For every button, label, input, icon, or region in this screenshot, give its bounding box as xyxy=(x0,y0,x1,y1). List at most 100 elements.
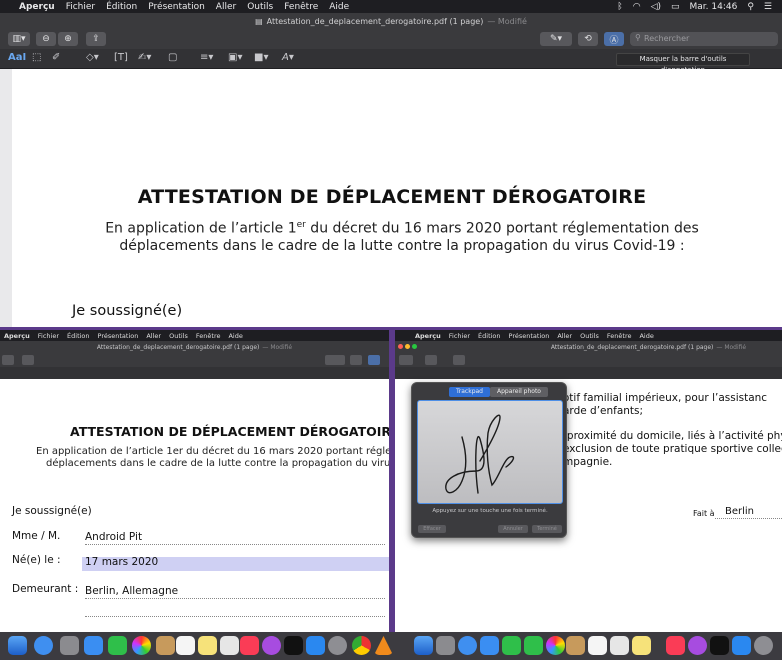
left-share-button[interactable] xyxy=(22,355,34,365)
right-sidebar-button[interactable] xyxy=(399,355,413,365)
border-color-icon[interactable]: ▣▾ xyxy=(228,52,242,63)
zoom-in-button[interactable]: ⊕ xyxy=(58,32,78,46)
name-field[interactable]: Android Pit xyxy=(85,531,142,543)
dock2-appstore-icon[interactable] xyxy=(732,636,751,655)
note-icon[interactable]: ▢ xyxy=(168,52,177,63)
dock-safari-icon[interactable] xyxy=(34,636,53,655)
right-menu-aller[interactable]: Aller xyxy=(557,332,572,340)
cancel-signature-button[interactable]: Annuler xyxy=(498,525,528,533)
right-menu-outils[interactable]: Outils xyxy=(580,332,599,340)
dock-finder-icon[interactable] xyxy=(8,636,27,655)
text-style-icon[interactable]: AaI xyxy=(8,52,26,63)
menu-presentation[interactable]: Présentation xyxy=(148,2,205,12)
right-menu-edition[interactable]: Édition xyxy=(478,332,501,340)
left-pen-button[interactable] xyxy=(325,355,345,365)
right-zoom-button[interactable] xyxy=(425,355,437,365)
text-box-icon[interactable]: [T] xyxy=(114,52,128,63)
dock-notes-icon[interactable] xyxy=(198,636,217,655)
left-menu-aide[interactable]: Aide xyxy=(228,332,242,340)
dock2-music-icon[interactable] xyxy=(666,636,685,655)
menu-aide[interactable]: Aide xyxy=(329,2,349,12)
menu-aller[interactable]: Aller xyxy=(216,2,236,12)
right-share-button[interactable] xyxy=(453,355,465,365)
right-menu-fenetre[interactable]: Fenêtre xyxy=(607,332,632,340)
dock-appstore-icon[interactable] xyxy=(306,636,325,655)
left-menu-outils[interactable]: Outils xyxy=(169,332,188,340)
share-button[interactable]: ⇪ xyxy=(86,32,106,46)
rotate-button[interactable]: ⟲ xyxy=(578,32,598,46)
left-menu-app[interactable]: Aperçu xyxy=(4,332,30,340)
right-menu-fichier[interactable]: Fichier xyxy=(449,332,470,340)
menu-app[interactable]: Aperçu xyxy=(19,2,55,12)
control-center-icon[interactable]: ☰ xyxy=(764,2,772,12)
right-menu-app[interactable]: Aperçu xyxy=(415,332,441,340)
dock-launchpad-icon[interactable] xyxy=(60,636,79,655)
dock2-notes-icon[interactable] xyxy=(632,636,651,655)
bluetooth-icon[interactable]: ᛒ xyxy=(617,2,622,12)
dock-facetime-icon[interactable] xyxy=(108,636,127,655)
dock-contacts-icon[interactable] xyxy=(156,636,175,655)
markup-toolbar-button[interactable]: Ⓐ xyxy=(604,32,624,46)
dock-tv-icon[interactable] xyxy=(284,636,303,655)
dock2-reminders-icon[interactable] xyxy=(610,636,629,655)
dock2-tv-icon[interactable] xyxy=(710,636,729,655)
menu-outils[interactable]: Outils xyxy=(247,2,273,12)
tab-camera[interactable]: Appareil photo xyxy=(490,387,548,397)
dock2-facetime-icon[interactable] xyxy=(524,636,543,655)
dock2-mail-icon[interactable] xyxy=(480,636,499,655)
birth-date-field[interactable]: 17 mars 2020 xyxy=(85,556,158,568)
search-icon[interactable]: ⚲ xyxy=(747,2,754,12)
dock2-finder-icon[interactable] xyxy=(414,636,433,655)
dock2-photos-icon[interactable] xyxy=(546,636,565,655)
dock-music-icon[interactable] xyxy=(240,636,259,655)
dock2-calendar-icon[interactable] xyxy=(588,636,607,655)
left-zoom-button[interactable] xyxy=(2,355,14,365)
tab-trackpad[interactable]: Trackpad xyxy=(449,387,490,397)
left-menu-fenetre[interactable]: Fenêtre xyxy=(196,332,221,340)
left-menu-aller[interactable]: Aller xyxy=(146,332,161,340)
done-signature-button[interactable]: Terminé xyxy=(532,525,562,533)
signature-icon[interactable]: ✍▾ xyxy=(138,52,151,63)
right-menu-presentation[interactable]: Présentation xyxy=(509,332,550,340)
signature-drawing-pad[interactable] xyxy=(417,400,563,504)
left-menu-fichier[interactable]: Fichier xyxy=(38,332,59,340)
dock2-settings-icon[interactable] xyxy=(754,636,773,655)
right-menu-aide[interactable]: Aide xyxy=(639,332,653,340)
city-field[interactable]: Berlin xyxy=(725,506,754,517)
left-menu-edition[interactable]: Édition xyxy=(67,332,90,340)
left-markup-button[interactable] xyxy=(368,355,380,365)
dock-calendar-icon[interactable] xyxy=(176,636,195,655)
markup-pen-button[interactable]: ✎▾ xyxy=(540,32,572,46)
line-style-icon[interactable]: ≡▾ xyxy=(200,52,213,63)
dock2-podcasts-icon[interactable] xyxy=(688,636,707,655)
dock-photos-icon[interactable] xyxy=(132,636,151,655)
menu-clock[interactable]: Mar. 14:46 xyxy=(690,2,738,12)
dock-reminders-icon[interactable] xyxy=(220,636,239,655)
menu-edition[interactable]: Édition xyxy=(106,2,137,12)
clear-signature-button[interactable]: Effacer xyxy=(418,525,446,533)
dock-podcasts-icon[interactable] xyxy=(262,636,281,655)
dock2-contacts-icon[interactable] xyxy=(566,636,585,655)
dock-settings-icon[interactable] xyxy=(328,636,347,655)
close-window-icon[interactable] xyxy=(398,344,403,349)
sidebar-toggle-button[interactable]: ▥▾ xyxy=(8,32,30,46)
search-input[interactable]: Rechercher xyxy=(630,32,778,46)
minimize-window-icon[interactable] xyxy=(405,344,410,349)
left-menu-presentation[interactable]: Présentation xyxy=(98,332,139,340)
dock-mail-icon[interactable] xyxy=(84,636,103,655)
dock2-messages-icon[interactable] xyxy=(502,636,521,655)
wifi-icon[interactable]: ◠ xyxy=(633,2,641,12)
menu-fenetre[interactable]: Fenêtre xyxy=(284,2,318,12)
volume-icon[interactable]: ◁) xyxy=(651,2,661,12)
zoom-out-button[interactable]: ⊖ xyxy=(36,32,56,46)
font-icon[interactable]: A▾ xyxy=(282,52,294,63)
menu-fichier[interactable]: Fichier xyxy=(66,2,95,12)
sketch-icon[interactable]: ✐ xyxy=(52,52,60,63)
address-field[interactable]: Berlin, Allemagne xyxy=(85,585,178,597)
fullscreen-window-icon[interactable] xyxy=(412,344,417,349)
left-rotate-button[interactable] xyxy=(350,355,362,365)
dock2-safari-icon[interactable] xyxy=(458,636,477,655)
shapes-icon[interactable]: ◇▾ xyxy=(86,52,99,63)
dock2-launchpad-icon[interactable] xyxy=(436,636,455,655)
selection-icon[interactable]: ⬚ xyxy=(32,52,41,63)
